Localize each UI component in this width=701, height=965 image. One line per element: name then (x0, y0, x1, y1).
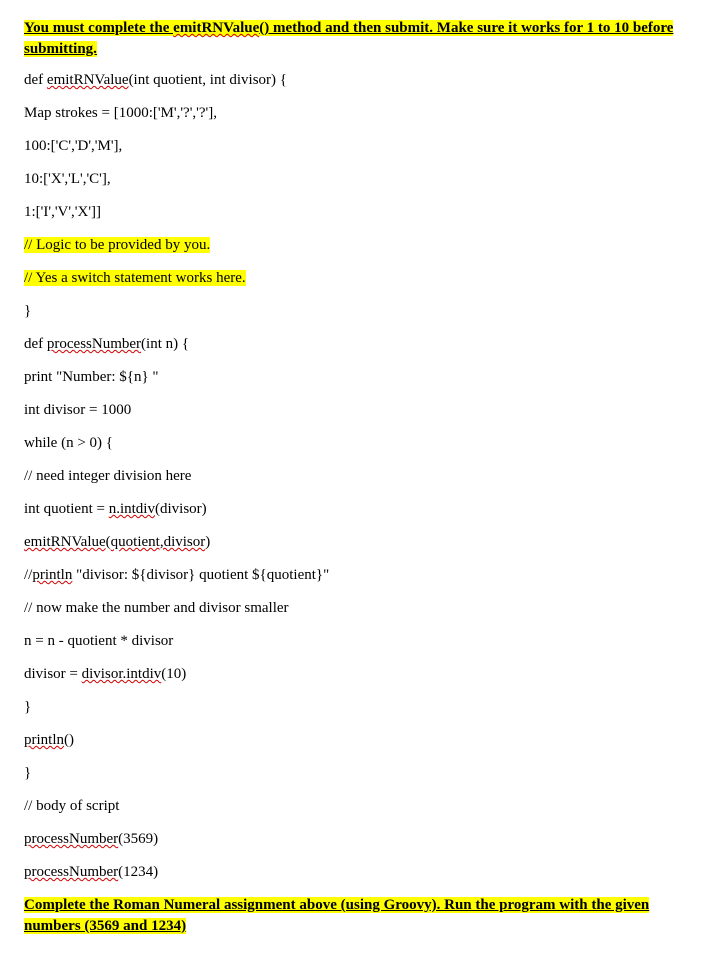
instruction-top-part1: You must complete the (24, 20, 173, 36)
code-line-12: while (n > 0) { (24, 433, 677, 454)
code-l16b: println (32, 567, 72, 583)
code-l14b: n.intdiv (109, 501, 155, 517)
instruction-bottom: Complete the Roman Numeral assignment ab… (24, 895, 677, 937)
code-line-22: } (24, 763, 677, 784)
code-l6-hl: // Logic to be provided by you. (24, 237, 210, 253)
code-l14a: int quotient = (24, 501, 109, 517)
code-line-10: print "Number: ${n} " (24, 367, 677, 388)
code-line-19: divisor = divisor.intdiv(10) (24, 664, 677, 685)
code-l25a: processNumber (24, 864, 118, 880)
code-l9a: def (24, 336, 47, 352)
code-line-24: processNumber(3569) (24, 829, 677, 850)
code-line-14: int quotient = n.intdiv(divisor) (24, 499, 677, 520)
code-line-18: n = n - quotient * divisor (24, 631, 677, 652)
code-line-20: } (24, 697, 677, 718)
code-l21a: println (24, 732, 64, 748)
code-l1a: def (24, 72, 47, 88)
code-line-3: 100:['C','D','M'], (24, 136, 677, 157)
code-l19b: divisor.intdiv (82, 666, 162, 682)
code-l24b: (3569) (118, 831, 158, 847)
code-l19a: divisor = (24, 666, 82, 682)
code-l14c: (divisor) (155, 501, 207, 517)
code-line-8: } (24, 301, 677, 322)
code-l15a: emitRNValue (24, 534, 106, 550)
code-l15c: quotient,divisor (111, 534, 206, 550)
code-l15d: ) (205, 534, 210, 550)
code-line-2: Map strokes = [1000:['M','?','?'], (24, 103, 677, 124)
code-line-4: 10:['X','L','C'], (24, 169, 677, 190)
code-l7-hl: // Yes a switch statement works here. (24, 270, 246, 286)
code-l19c: (10) (161, 666, 186, 682)
instruction-top: You must complete the emitRNValue() meth… (24, 18, 677, 60)
code-l1b: emitRNValue (47, 72, 129, 88)
code-line-21: println() (24, 730, 677, 751)
code-line-16: //println "divisor: ${divisor} quotient … (24, 565, 677, 586)
code-l21b: () (64, 732, 74, 748)
code-line-11: int divisor = 1000 (24, 400, 677, 421)
code-line-6: // Logic to be provided by you. (24, 235, 677, 256)
code-l24a: processNumber (24, 831, 118, 847)
code-l9c: (int n) { (141, 336, 189, 352)
code-l25b: (1234) (118, 864, 158, 880)
code-line-17: // now make the number and divisor small… (24, 598, 677, 619)
code-line-25: processNumber(1234) (24, 862, 677, 883)
code-line-1: def emitRNValue(int quotient, int diviso… (24, 70, 677, 91)
code-line-9: def processNumber(int n) { (24, 334, 677, 355)
code-line-7: // Yes a switch statement works here. (24, 268, 677, 289)
code-line-5: 1:['I','V','X']] (24, 202, 677, 223)
code-l9b: processNumber (47, 336, 141, 352)
instruction-bottom-text: Complete the Roman Numeral assignment ab… (24, 897, 649, 934)
code-line-23: // body of script (24, 796, 677, 817)
code-line-13: // need integer division here (24, 466, 677, 487)
instruction-top-part2: emitRNValue (173, 20, 259, 36)
code-line-15: emitRNValue(quotient,divisor) (24, 532, 677, 553)
code-l1c: (int quotient, int divisor) { (129, 72, 287, 88)
code-l16c: "divisor: ${divisor} quotient ${quotient… (72, 567, 329, 583)
